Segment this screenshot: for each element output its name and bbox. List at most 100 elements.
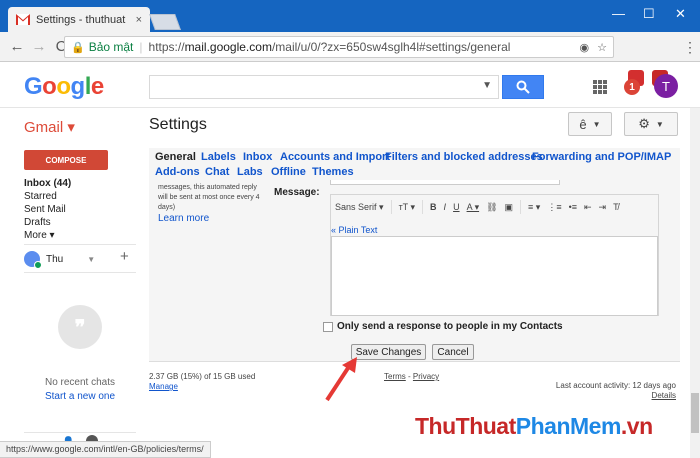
manage-storage-link[interactable]: Manage <box>149 382 255 392</box>
back-arrow-icon[interactable]: ← <box>6 38 28 55</box>
vacation-responder-section: messages, this automated reply will be s… <box>149 180 680 362</box>
italic-icon[interactable]: I <box>444 202 447 212</box>
text-color-icon[interactable]: A ▾ <box>467 202 480 213</box>
tab-inbox[interactable]: Inbox <box>243 151 272 163</box>
new-chat-plus-icon[interactable]: + <box>120 248 129 265</box>
message-body-input[interactable] <box>331 236 658 316</box>
message-label: Message: <box>274 187 320 198</box>
settings-button[interactable]: ⚙ ▼ <box>624 112 678 136</box>
no-chats-text: No recent chats <box>44 377 116 388</box>
secure-label: Bảo mật <box>88 40 134 54</box>
gear-icon: ⚙ <box>638 116 650 131</box>
new-tab-button[interactable] <box>149 14 181 30</box>
tab-filters[interactable]: Filters and blocked addresses <box>385 151 543 163</box>
search-options-chevron-icon[interactable]: ▼ <box>482 80 492 91</box>
watermark-part: Phan <box>515 413 571 439</box>
notification-badge[interactable]: 1 <box>624 79 640 95</box>
chevron-down-icon: ▼ <box>655 119 664 129</box>
chat-bubble-icon: ❞ <box>58 305 102 349</box>
chevron-down-icon: ▼ <box>87 254 96 264</box>
browser-tab[interactable]: Settings - thuthuat × <box>8 7 150 32</box>
hangouts-user[interactable]: Thu ▼ + <box>24 248 136 269</box>
tab-accounts[interactable]: Accounts and Import <box>280 151 390 163</box>
gmail-menu[interactable]: Gmail ▾ <box>24 118 75 136</box>
sidebar-item-drafts[interactable]: Drafts <box>24 217 51 228</box>
terms-link[interactable]: Terms <box>384 372 406 381</box>
minimize-icon[interactable]: — <box>612 6 625 21</box>
sidebar-item-more[interactable]: More ▾ <box>24 230 55 241</box>
cancel-button[interactable]: Cancel <box>432 344 474 360</box>
browser-toolbar: ← → C 🔒 Bảo mật | https:// mail.google.c… <box>0 32 700 86</box>
search-button[interactable] <box>502 75 544 99</box>
tab-general[interactable]: General <box>155 151 196 163</box>
subject-field-bottom[interactable] <box>330 180 560 185</box>
browser-tab-bar: Settings - thuthuat × — ☐ ✕ <box>0 0 700 32</box>
url-scheme: https:// <box>148 40 185 54</box>
watermark-part: .vn <box>620 413 653 439</box>
hangouts-avatar <box>24 251 42 269</box>
link-status-bar: https://www.google.com/intl/en-GB/polici… <box>0 441 211 458</box>
star-icon[interactable]: ☆ <box>597 41 607 54</box>
url-host: mail.google.com <box>184 40 272 54</box>
start-new-chat-link[interactable]: Start a new one <box>24 391 136 402</box>
numbered-list-icon[interactable]: ⋮≡ <box>547 202 561 213</box>
sidebar-item-starred[interactable]: Starred <box>24 191 57 202</box>
address-bar[interactable]: 🔒 Bảo mật | https:// mail.google.com /ma… <box>64 36 614 58</box>
settings-tabs: General Labels Inbox Accounts and Import… <box>149 148 680 180</box>
url-path: /mail/u/0/?zx=650sw4sglh4l#settings/gene… <box>271 40 511 54</box>
remove-format-icon[interactable]: T̸ <box>613 202 619 212</box>
page-title: Settings <box>149 116 207 133</box>
watermark-part: Mem <box>570 413 621 439</box>
hangouts-username: Thu <box>46 253 64 265</box>
tab-themes[interactable]: Themes <box>312 166 354 178</box>
sidebar-item-inbox[interactable]: Inbox (44) <box>24 178 71 189</box>
eye-icon[interactable]: ◉ <box>580 41 590 54</box>
tab-labs[interactable]: Labs <box>237 166 263 178</box>
vacation-note: messages, this automated reply will be s… <box>158 184 260 211</box>
logo-letter: e <box>90 73 104 100</box>
link-icon[interactable]: ⛓ <box>486 202 497 213</box>
bulleted-list-icon[interactable]: •≡ <box>569 202 577 212</box>
font-family-select[interactable]: Sans Serif ▾ <box>335 202 384 213</box>
contacts-only-option[interactable]: Only send a response to people in my Con… <box>323 321 563 332</box>
sidebar-item-sent[interactable]: Sent Mail <box>24 204 66 215</box>
apps-grid-icon[interactable] <box>593 80 607 94</box>
scrollbar-thumb[interactable] <box>691 393 699 433</box>
underline-icon[interactable]: U <box>453 202 460 212</box>
maximize-icon[interactable]: ☐ <box>643 6 655 22</box>
learn-more-link[interactable]: Learn more <box>158 213 209 224</box>
indent-more-icon[interactable]: ⇥ <box>599 202 607 213</box>
plain-text-link[interactable]: « Plain Text <box>331 225 377 235</box>
tab-labels[interactable]: Labels <box>201 151 236 163</box>
tab-offline[interactable]: Offline <box>271 166 306 178</box>
privacy-link[interactable]: Privacy <box>413 372 439 381</box>
sidebar-divider <box>24 272 136 273</box>
message-editor: Sans Serif ▾ тT ▾ B I U A ▾ ⛓ ▣ ≡ ▾ ⋮≡ •… <box>330 194 659 316</box>
google-logo[interactable]: Google <box>24 73 104 101</box>
tab-addons[interactable]: Add-ons <box>155 166 200 178</box>
search-icon <box>516 80 530 94</box>
contacts-only-checkbox[interactable] <box>323 321 333 332</box>
tab-chat[interactable]: Chat <box>205 166 229 178</box>
indent-less-icon[interactable]: ⇤ <box>584 202 592 213</box>
image-icon[interactable]: ▣ <box>505 202 514 213</box>
account-activity: Last account activity: 12 days ago Detai… <box>556 381 676 401</box>
activity-details-link[interactable]: Details <box>556 391 676 401</box>
forward-arrow-icon[interactable]: → <box>28 38 50 55</box>
editor-toolbar: Sans Serif ▾ тT ▾ B I U A ▾ ⛓ ▣ ≡ ▾ ⋮≡ •… <box>331 195 658 219</box>
menu-icon[interactable]: ⋮ <box>683 39 697 56</box>
search-input[interactable]: ▼ <box>149 75 499 99</box>
font-size-icon[interactable]: тT ▾ <box>399 202 415 213</box>
input-tools-button[interactable]: ê ▼ <box>568 112 612 136</box>
bold-icon[interactable]: B <box>430 202 437 212</box>
chevron-down-icon: ▼ <box>592 119 601 129</box>
last-activity-text: Last account activity: 12 days ago <box>555 381 676 390</box>
page-scrollbar[interactable] <box>690 108 700 458</box>
tab-forwarding[interactable]: Forwarding and POP/IMAP <box>532 151 671 163</box>
compose-button[interactable]: COMPOSE <box>24 150 108 170</box>
align-icon[interactable]: ≡ ▾ <box>528 202 540 213</box>
close-window-icon[interactable]: ✕ <box>675 6 686 22</box>
tab-close-icon[interactable]: × <box>136 14 142 26</box>
save-changes-button[interactable]: Save Changes <box>351 344 426 360</box>
account-avatar[interactable]: T <box>654 74 678 98</box>
